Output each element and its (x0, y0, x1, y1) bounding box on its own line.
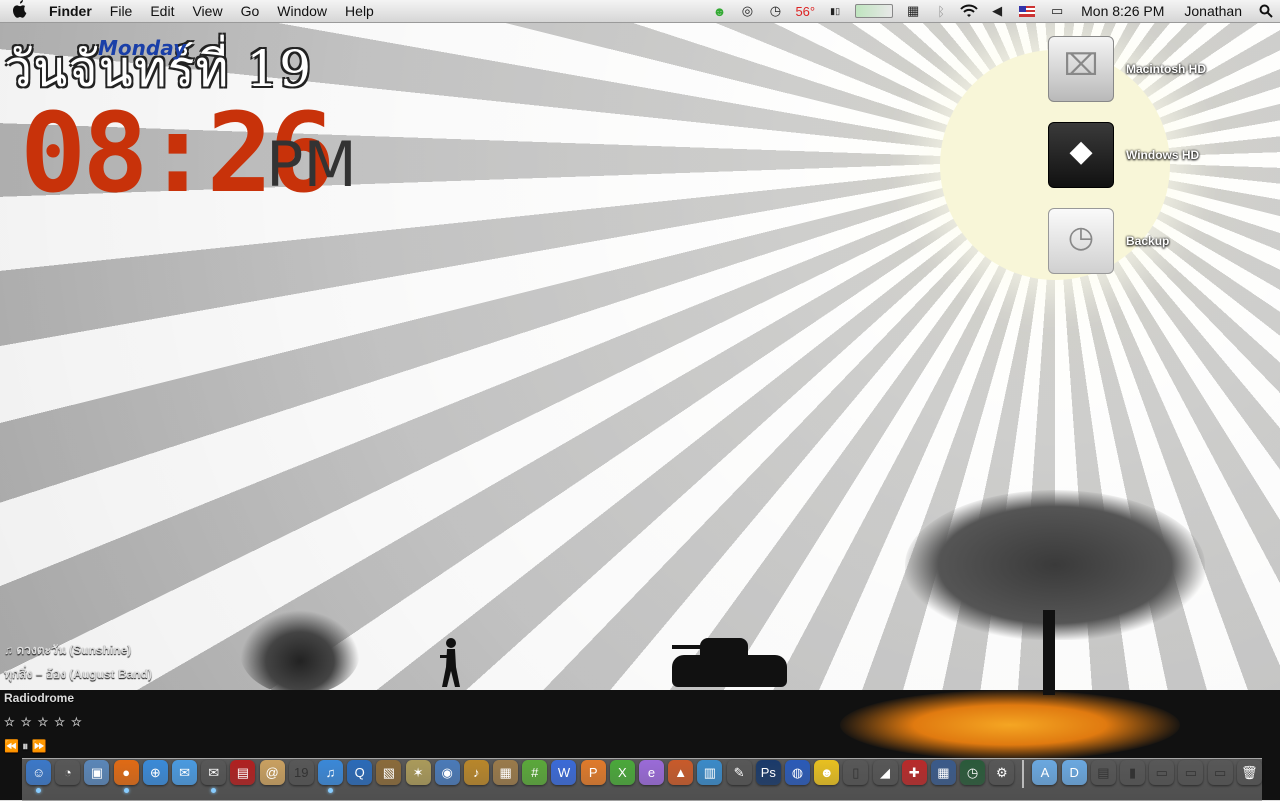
wifi-icon[interactable] (958, 0, 980, 22)
battery-icon[interactable]: ▭ (1046, 0, 1068, 22)
menu-view[interactable]: View (183, 0, 231, 22)
dock-disk-utility-icon[interactable]: ◉ (434, 760, 460, 785)
desktop-icon-macintosh-hd[interactable]: ⌧ Macintosh HD (1048, 36, 1206, 102)
dock-screenshot-stack-1-icon[interactable]: ▭ (1149, 760, 1174, 785)
us-flag-icon[interactable] (1019, 5, 1036, 17)
dock-ichat-icon[interactable]: ✉ (172, 760, 198, 785)
song-artist: ทุกสิ่ง – อ้อง (August Band) (4, 667, 152, 681)
dock-system-preferences-icon[interactable]: ⚙ (989, 760, 1014, 785)
menu-finder[interactable]: Finder (40, 0, 101, 22)
dock-boot-camp-icon[interactable]: ◢ (873, 760, 898, 785)
dock-document-stack-icon[interactable]: ▤ (1091, 760, 1116, 785)
dock-icons: ☺ ◔ ▣ ● ⊕ ✉ ✉ ▤ @19 ♫ Q ▧ ✶ ◉ ♪ ▦ # W P Xe ▲ ▥ ✎ Ps ◍ ☻ ▯ ◢ ✚ ▦ ◷ ⚙ A D ▤ ▮… (24, 760, 1264, 794)
wallpaper-tank (672, 655, 787, 687)
dock-utility-icon[interactable]: ✶ (405, 760, 431, 785)
dock-screenshot-stack-3-icon[interactable]: ▭ (1208, 760, 1233, 785)
dock-stickies-icon[interactable]: @ (259, 760, 285, 785)
spaces-icon[interactable]: ▦ (902, 0, 924, 22)
wallpaper-explosion (240, 610, 360, 695)
dock-iphoto-icon[interactable]: ▧ (376, 760, 402, 785)
dock-garageband-icon[interactable]: ♪ (463, 760, 489, 785)
dock-firefox-icon[interactable]: ● (113, 760, 139, 793)
dock-script-editor-icon[interactable]: ✎ (727, 760, 752, 785)
dock-preview-icon[interactable]: ▣ (84, 760, 110, 785)
wallpaper-soldier (440, 638, 460, 687)
dock-spaces-icon[interactable]: ▦ (930, 760, 956, 785)
english-day-label: Monday (98, 36, 187, 60)
dock-address-book-icon[interactable]: ▤ (230, 760, 256, 785)
dock-separator (1022, 760, 1025, 788)
running-indicator (327, 788, 333, 793)
menu-edit[interactable]: Edit (141, 0, 183, 22)
wallpaper-leaves (840, 690, 1180, 760)
desktop-icon-windows-hd[interactable]: ◆ Windows HD (1048, 122, 1199, 188)
wallpaper-tree-canopy (905, 490, 1205, 640)
dock-photoshop-icon[interactable]: Ps (755, 760, 781, 785)
dock-screenshot-stack-2-icon[interactable]: ▭ (1178, 760, 1203, 785)
spotlight-search-icon[interactable] (1255, 0, 1277, 22)
big-clock-ampm: PM (266, 128, 357, 201)
apple-icon[interactable] (0, 0, 40, 23)
dock-charts-icon[interactable]: ▥ (697, 760, 723, 785)
dock-numbers-icon[interactable]: # (522, 760, 548, 785)
windows-drive-icon: ◆ (1048, 122, 1114, 188)
rating-stars[interactable]: ☆☆☆☆☆ (4, 714, 152, 738)
menu-window[interactable]: Window (268, 0, 336, 22)
menu-bar: Finder File Edit View Go Window Help ☻ ◎… (0, 0, 1280, 23)
adium-icon[interactable]: ☻ (708, 0, 730, 22)
menu-help[interactable]: Help (336, 0, 383, 22)
time-machine-icon[interactable]: ◷ (764, 0, 786, 22)
dock-messenger-icon[interactable]: ☻ (814, 760, 840, 785)
hard-drive-icon: ⌧ (1048, 36, 1114, 102)
now-playing-widget: ♫ ดวงตะวัน (Sunshine) ทุกสิ่ง – อ้อง (Au… (4, 642, 152, 762)
dock-quicktime-icon[interactable]: Q (347, 760, 373, 785)
dock-downloads-stack-icon[interactable]: ▮ (1120, 760, 1145, 785)
dock-safari-icon[interactable]: ⊕ (142, 760, 168, 785)
wallpaper-tree-trunk (1043, 610, 1055, 695)
dock-applications-folder-icon[interactable]: A (1032, 760, 1058, 785)
desktop-icon-label: Backup (1126, 234, 1170, 248)
dock-ejector-icon[interactable]: ✚ (901, 760, 927, 785)
dock-imovie-icon[interactable]: ▦ (493, 760, 519, 785)
dock-keynote-icon[interactable]: ▲ (668, 760, 694, 785)
running-indicator (36, 788, 42, 793)
time-machine-drive-icon: ◷ (1048, 208, 1114, 274)
desktop-icon-backup[interactable]: ◷ Backup (1048, 208, 1169, 274)
dock-itunes-icon[interactable]: ♫ (317, 760, 343, 793)
running-indicator (211, 788, 217, 793)
dock-ical-icon[interactable]: 19 (289, 760, 314, 785)
song-title: ♫ ดวงตะวัน (Sunshine) (4, 643, 132, 657)
desktop-icon-label: Macintosh HD (1126, 62, 1207, 76)
dock-dashboard-icon[interactable]: ◔ (55, 760, 80, 785)
dock-trash-icon[interactable]: 🗑 (1237, 760, 1262, 785)
sync-icon[interactable]: ◎ (736, 0, 758, 22)
bluetooth-icon[interactable]: ᛒ (930, 0, 952, 22)
dock-ms-powerpoint-icon[interactable]: P (580, 760, 606, 785)
menubar-clock[interactable]: Mon 8:26 PM (1081, 3, 1164, 19)
dock-google-earth-icon[interactable]: ◍ (784, 760, 810, 785)
temperature-readout[interactable]: 56° (795, 4, 815, 19)
user-name[interactable]: Jonathan (1184, 3, 1242, 19)
station-name: Radiodrome (4, 691, 75, 705)
menu-file[interactable]: File (101, 0, 142, 22)
dock-remote-icon[interactable]: ▯ (843, 760, 868, 785)
dock-time-machine-icon[interactable]: ◷ (960, 760, 986, 785)
dock-finder-icon[interactable]: ☺ (26, 760, 52, 793)
dock-ms-entourage-icon[interactable]: e (639, 760, 665, 785)
dock-ms-word-icon[interactable]: W (551, 760, 577, 785)
desktop-icon-label: Windows HD (1126, 148, 1200, 162)
menu-go[interactable]: Go (232, 0, 269, 22)
volume-icon[interactable]: ◀ (986, 0, 1008, 22)
status-area: ☻ ◎ ◷ 56° ▮▯ ▦ ᛒ ◀ ▭ Mon 8:26 PM Jonatha… (705, 0, 1280, 22)
dock-ms-excel-icon[interactable]: X (609, 760, 635, 785)
running-indicator (123, 788, 129, 793)
battery-meter-icon[interactable] (855, 4, 894, 18)
memory-icon[interactable]: ▮▯ (824, 0, 846, 22)
dock-mail-icon[interactable]: ✉ (201, 760, 226, 793)
dock-documents-folder-icon[interactable]: D (1061, 760, 1087, 785)
